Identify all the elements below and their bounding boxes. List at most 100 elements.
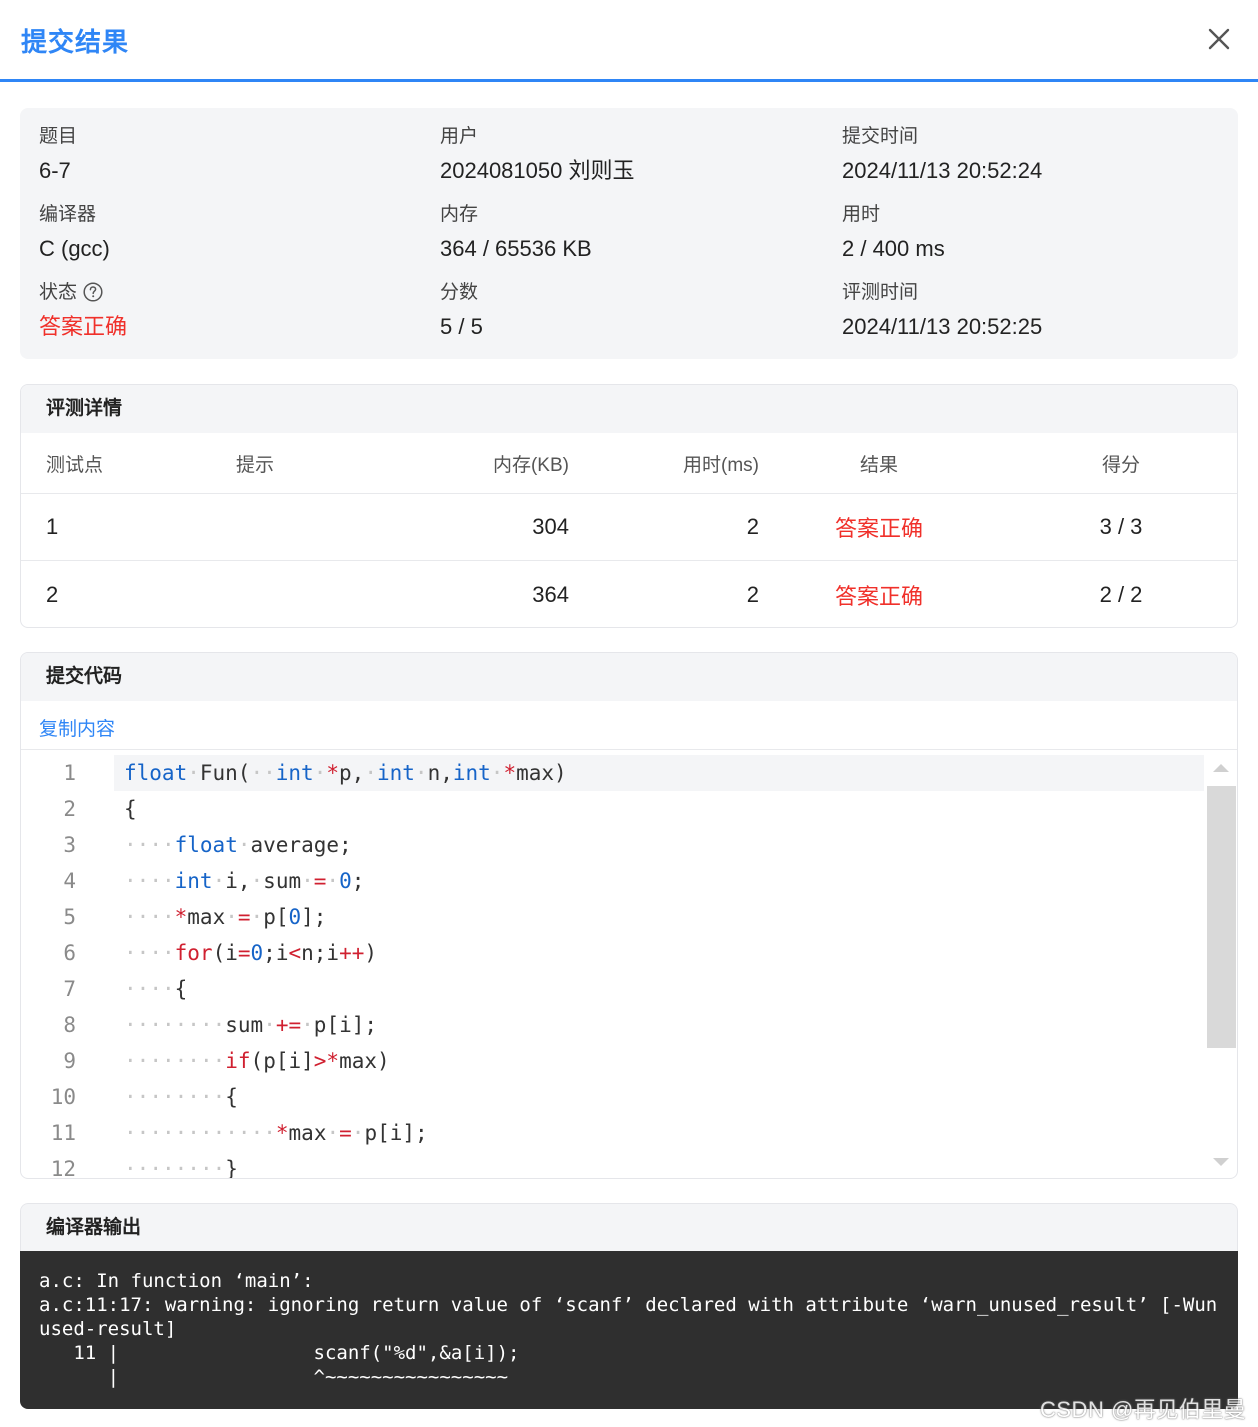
panel-title: 提交代码: [21, 653, 1237, 701]
info-compiler: 编译器 C (gcc): [39, 202, 110, 264]
info-label: 题目: [39, 126, 78, 147]
info-label: 编译器: [39, 204, 97, 225]
compiler-output-text: a.c: In function ‘main’: a.c:11:17: warn…: [20, 1251, 1238, 1409]
scroll-up-icon[interactable]: [1213, 764, 1229, 772]
panel-title: 评测详情: [21, 385, 1237, 433]
close-button[interactable]: [1202, 22, 1236, 56]
test-time: 2: [746, 514, 759, 539]
line-number: 5: [63, 905, 76, 929]
judge-details-panel: 评测详情 测试点 提示 内存(KB) 用时(ms) 结果 得分 1 304 2 …: [20, 384, 1238, 628]
code-text: ····int·i,·sum·=·0;: [124, 869, 365, 893]
table-row: 1 304 2 答案正确 3 / 3: [21, 494, 1237, 561]
line-number: 8: [63, 1013, 76, 1037]
time-used-value: 2 / 400 ms: [842, 236, 945, 261]
line-number: 11: [50, 1121, 76, 1145]
code-text: ········{: [124, 1085, 238, 1109]
column-header: 提示: [236, 454, 275, 476]
submission-info-card: 题目 6-7 用户 2024081050 刘则玉 提交时间 2024/11/13…: [20, 108, 1238, 359]
code-text: ········sum·+=·p[i];: [124, 1013, 378, 1037]
submit-time-value: 2024/11/13 20:52:24: [842, 158, 1043, 183]
info-label: 内存: [440, 204, 479, 225]
panel-title: 编译器输出: [20, 1203, 1238, 1251]
code-text: ········}: [124, 1157, 238, 1179]
line-number: 10: [50, 1085, 76, 1109]
info-label: 状态: [39, 280, 127, 306]
info-label: 提交时间: [842, 126, 919, 147]
line-number: 7: [63, 977, 76, 1001]
dialog-header: 提交结果: [0, 0, 1258, 82]
code-line: 7 ····{: [21, 971, 1205, 1007]
line-number: 3: [63, 833, 76, 857]
info-label: 评测时间: [842, 282, 919, 303]
code-text: ············*max·=·p[i];: [124, 1121, 428, 1145]
status-value: 答案正确: [39, 314, 128, 339]
help-icon[interactable]: [83, 282, 103, 302]
code-line: 2{: [21, 791, 1205, 827]
line-number: 12: [50, 1157, 76, 1179]
memory-value: 364 / 65536 KB: [440, 236, 592, 261]
compiler-value: C (gcc): [39, 236, 110, 261]
code-line: 11 ············*max·=·p[i];: [21, 1115, 1205, 1151]
info-label: 分数: [440, 282, 479, 303]
scroll-down-icon[interactable]: [1213, 1158, 1229, 1166]
code-editor[interactable]: 12 ········} 11 ············*max·=·p[i]; 10 ·…: [21, 750, 1237, 1179]
code-text: ····for(i=0;i<n;i++): [124, 941, 378, 965]
code-text: ····{: [124, 977, 188, 1001]
code-text: ····float·average;: [124, 833, 352, 857]
code-text: {: [124, 797, 137, 821]
line-number: 9: [63, 1049, 76, 1073]
watermark: CSDN @再见伯里曼: [1040, 1397, 1247, 1422]
code-text: ····*max·=·p[0];: [124, 905, 327, 929]
line-number: 2: [63, 797, 76, 821]
status-label: 状态: [39, 282, 78, 303]
test-result: 答案正确: [834, 516, 923, 541]
code-line: 12 ········}: [21, 1151, 1205, 1179]
copy-bar: 复制内容: [21, 701, 1237, 750]
test-memory: 364: [532, 581, 569, 607]
info-judge-time: 评测时间 2024/11/13 20:52:25: [842, 280, 1042, 342]
info-memory: 内存 364 / 65536 KB: [440, 202, 592, 264]
test-score: 3 / 3: [1099, 514, 1143, 539]
test-memory: 304: [532, 514, 569, 539]
column-header: 测试点: [46, 454, 104, 476]
code-line: 1 float·Fun(··int·*p,·int·n,int·*max): [21, 755, 1205, 791]
code-line: 8 ········sum·+=·p[i];: [21, 1007, 1205, 1043]
close-icon: [1208, 28, 1230, 50]
test-score: 2 / 2: [1099, 581, 1143, 607]
test-time: 2: [746, 581, 759, 607]
code-text: float·Fun(··int·*p,·int·n,int·*max): [114, 755, 1204, 791]
info-status: 状态 答案正确: [39, 280, 127, 342]
info-time-used: 用时 2 / 400 ms: [842, 202, 945, 264]
test-point-id: 1: [46, 514, 59, 539]
column-header: 得分: [1101, 454, 1140, 476]
code-text: ········if(p[i]>*max): [124, 1049, 390, 1073]
code-line: 3 ····float·average;: [21, 827, 1205, 863]
user-value: 2024081050 刘则玉: [440, 158, 635, 183]
test-point-id: 2: [46, 581, 59, 607]
line-number: 4: [63, 869, 76, 893]
copy-content-link[interactable]: 复制内容: [39, 714, 115, 741]
code-line: 5 ····*max·=·p[0];: [21, 899, 1205, 935]
code-line: 10 ········{: [21, 1079, 1205, 1115]
code-line: 6 ····for(i=0;i<n;i++): [21, 935, 1205, 971]
table-row: 2 364 2 答案正确 2 / 2: [21, 561, 1237, 627]
info-score: 分数 5 / 5: [440, 280, 483, 342]
compiler-output-panel: 编译器输出 a.c: In function ‘main’: a.c:11:17…: [20, 1203, 1238, 1409]
column-header: 用时(ms): [683, 454, 759, 476]
table-header: 测试点 提示 内存(KB) 用时(ms) 结果 得分: [21, 433, 1237, 494]
problem-value: 6-7: [39, 158, 71, 183]
code-line: 4 ····int·i,·sum·=·0;: [21, 863, 1205, 899]
judge-time-value: 2024/11/13 20:52:25: [842, 314, 1043, 339]
line-number: 1: [63, 761, 76, 785]
dialog-title: 提交结果: [21, 27, 130, 57]
code-line: 9 ········if(p[i]>*max): [21, 1043, 1205, 1079]
column-header: 内存(KB): [492, 454, 569, 476]
vertical-scrollbar[interactable]: [1205, 750, 1237, 1178]
scroll-thumb[interactable]: [1207, 786, 1236, 1048]
line-number: 6: [63, 941, 76, 965]
info-submit-time: 提交时间 2024/11/13 20:52:24: [842, 124, 1042, 186]
info-label: 用时: [842, 204, 881, 225]
submitted-code-panel: 提交代码 复制内容 12 ········} 11 ············*max·…: [20, 652, 1238, 1179]
column-header: 结果: [859, 454, 898, 476]
test-result: 答案正确: [834, 583, 923, 609]
